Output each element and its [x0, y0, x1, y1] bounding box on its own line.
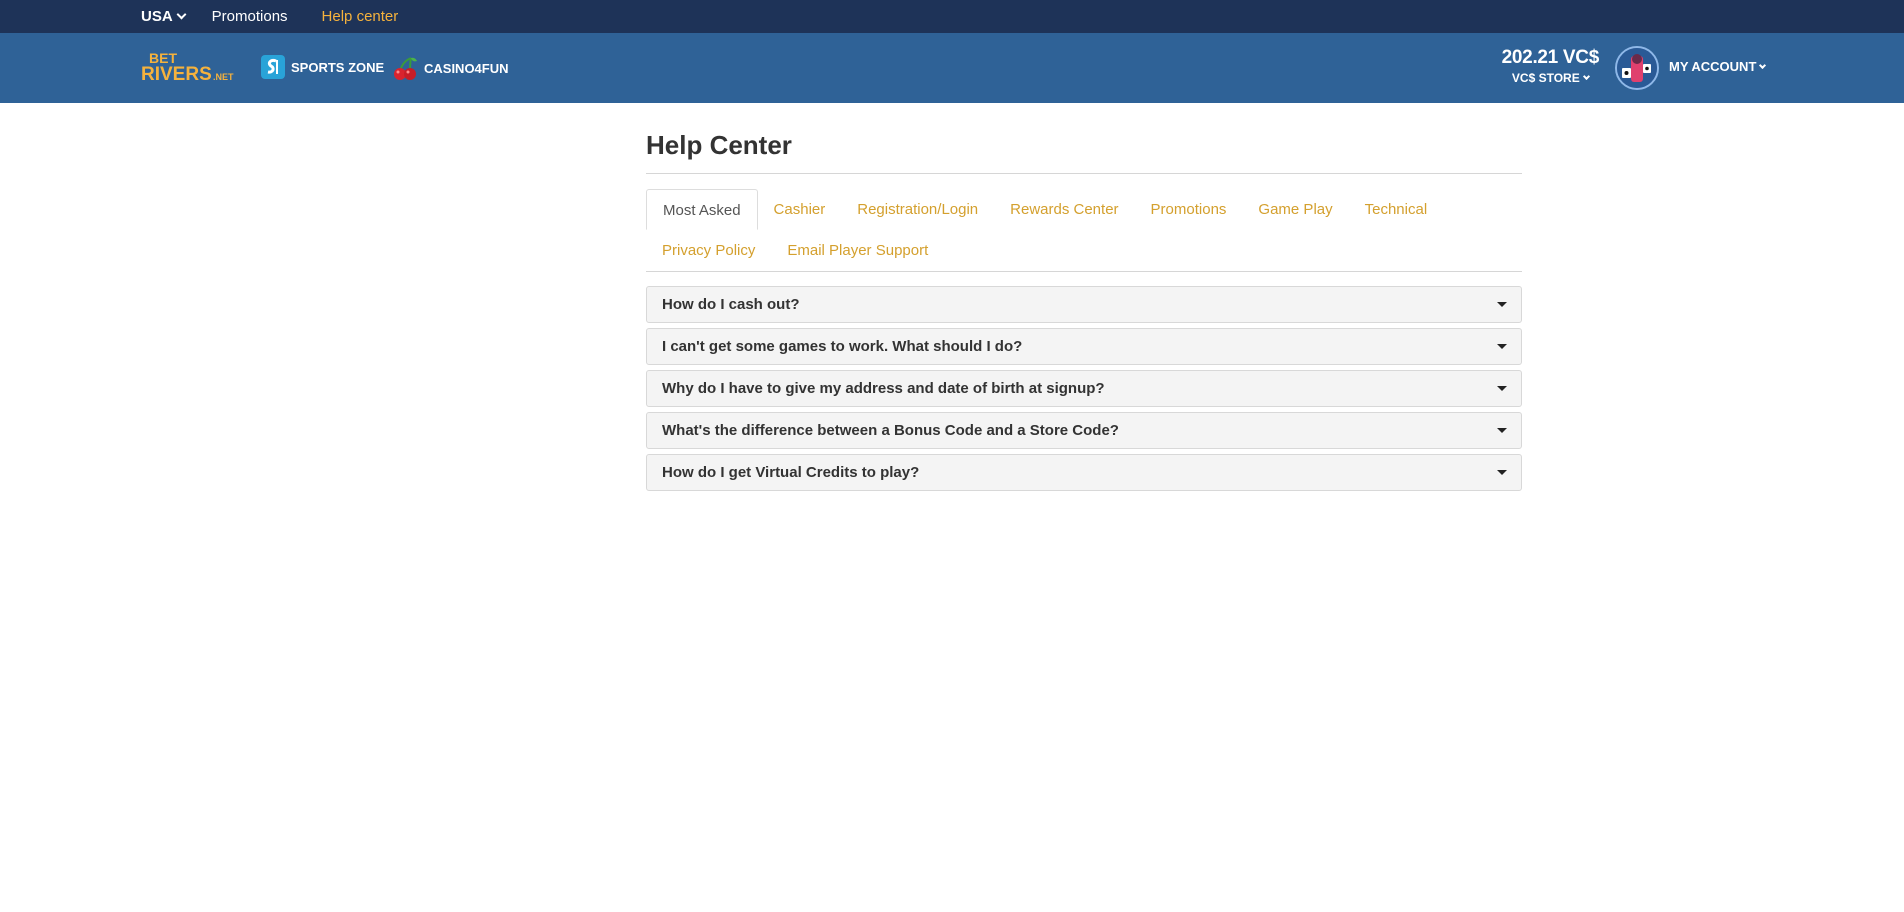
casino4fun-link[interactable]: CASINO4FUN: [392, 55, 509, 81]
casino4fun-label: CASINO4FUN: [424, 60, 509, 76]
faq-question: How do I cash out?: [662, 296, 800, 313]
vc-store-label: VC$ STORE: [1511, 71, 1580, 85]
chevron-down-icon: [1759, 61, 1767, 69]
sports-zone-link[interactable]: SPORTS ZONE: [261, 55, 384, 79]
promotions-link[interactable]: Promotions: [212, 8, 288, 25]
my-account-dropdown[interactable]: MY ACCOUNT: [1669, 59, 1767, 74]
sports-zone-icon: [261, 55, 285, 79]
cherry-icon: [394, 57, 417, 80]
tab-email-player-support[interactable]: Email Player Support: [771, 230, 944, 271]
faq-item[interactable]: What's the difference between a Bonus Co…: [646, 412, 1522, 449]
help-tabs: Most Asked Cashier Registration/Login Re…: [646, 189, 1522, 272]
logo-suffix: .NET: [213, 72, 234, 82]
caret-down-icon: [1497, 386, 1507, 391]
caret-down-icon: [1497, 344, 1507, 349]
region-selector[interactable]: USA: [141, 8, 187, 25]
avatar[interactable]: [1615, 46, 1659, 90]
tab-technical[interactable]: Technical: [1349, 189, 1444, 230]
caret-down-icon: [1497, 302, 1507, 307]
chevron-down-icon: [1582, 72, 1590, 81]
page-title: Help Center: [646, 130, 1522, 174]
avatar-character-icon: [1617, 48, 1657, 88]
my-account-label: MY ACCOUNT: [1669, 59, 1757, 74]
vc-store-dropdown[interactable]: VC$ STORE: [1502, 71, 1599, 85]
sports-zone-label: SPORTS ZONE: [291, 59, 385, 75]
betrivers-logo[interactable]: BET RIVERS .NET: [141, 50, 243, 84]
logo-text-bottom: RIVERS: [141, 64, 212, 84]
caret-down-icon: [1497, 470, 1507, 475]
faq-question: How do I get Virtual Credits to play?: [662, 464, 920, 481]
tab-cashier[interactable]: Cashier: [758, 189, 842, 230]
tab-privacy-policy[interactable]: Privacy Policy: [646, 230, 771, 271]
caret-down-icon: [1497, 428, 1507, 433]
top-nav-bar: USA Promotions Help center: [0, 0, 1904, 33]
faq-item[interactable]: How do I cash out?: [646, 286, 1522, 323]
tab-game-play[interactable]: Game Play: [1242, 189, 1348, 230]
tab-rewards-center[interactable]: Rewards Center: [994, 189, 1134, 230]
faq-item[interactable]: I can't get some games to work. What sho…: [646, 328, 1522, 365]
tab-promotions[interactable]: Promotions: [1135, 189, 1243, 230]
tab-registration-login[interactable]: Registration/Login: [841, 189, 994, 230]
balance-block: 202.21 VC$ VC$ STORE: [1501, 47, 1600, 85]
help-center-link[interactable]: Help center: [322, 8, 399, 25]
site-header: BET RIVERS .NET SPORTS ZONE CASINO4FUN 2…: [0, 33, 1904, 103]
balance-amount: 202.21 VC$: [1501, 47, 1600, 68]
faq-item[interactable]: How do I get Virtual Credits to play?: [646, 454, 1522, 491]
faq-item[interactable]: Why do I have to give my address and dat…: [646, 370, 1522, 407]
help-center-content: Help Center Most Asked Cashier Registrat…: [646, 130, 1522, 496]
region-label: USA: [141, 8, 173, 25]
faq-question: I can't get some games to work. What sho…: [662, 338, 1023, 355]
tab-most-asked[interactable]: Most Asked: [646, 189, 758, 230]
faq-question: Why do I have to give my address and dat…: [662, 380, 1105, 397]
faq-list: How do I cash out? I can't get some game…: [646, 286, 1522, 491]
faq-question: What's the difference between a Bonus Co…: [662, 422, 1119, 439]
chevron-down-icon: [176, 9, 187, 20]
